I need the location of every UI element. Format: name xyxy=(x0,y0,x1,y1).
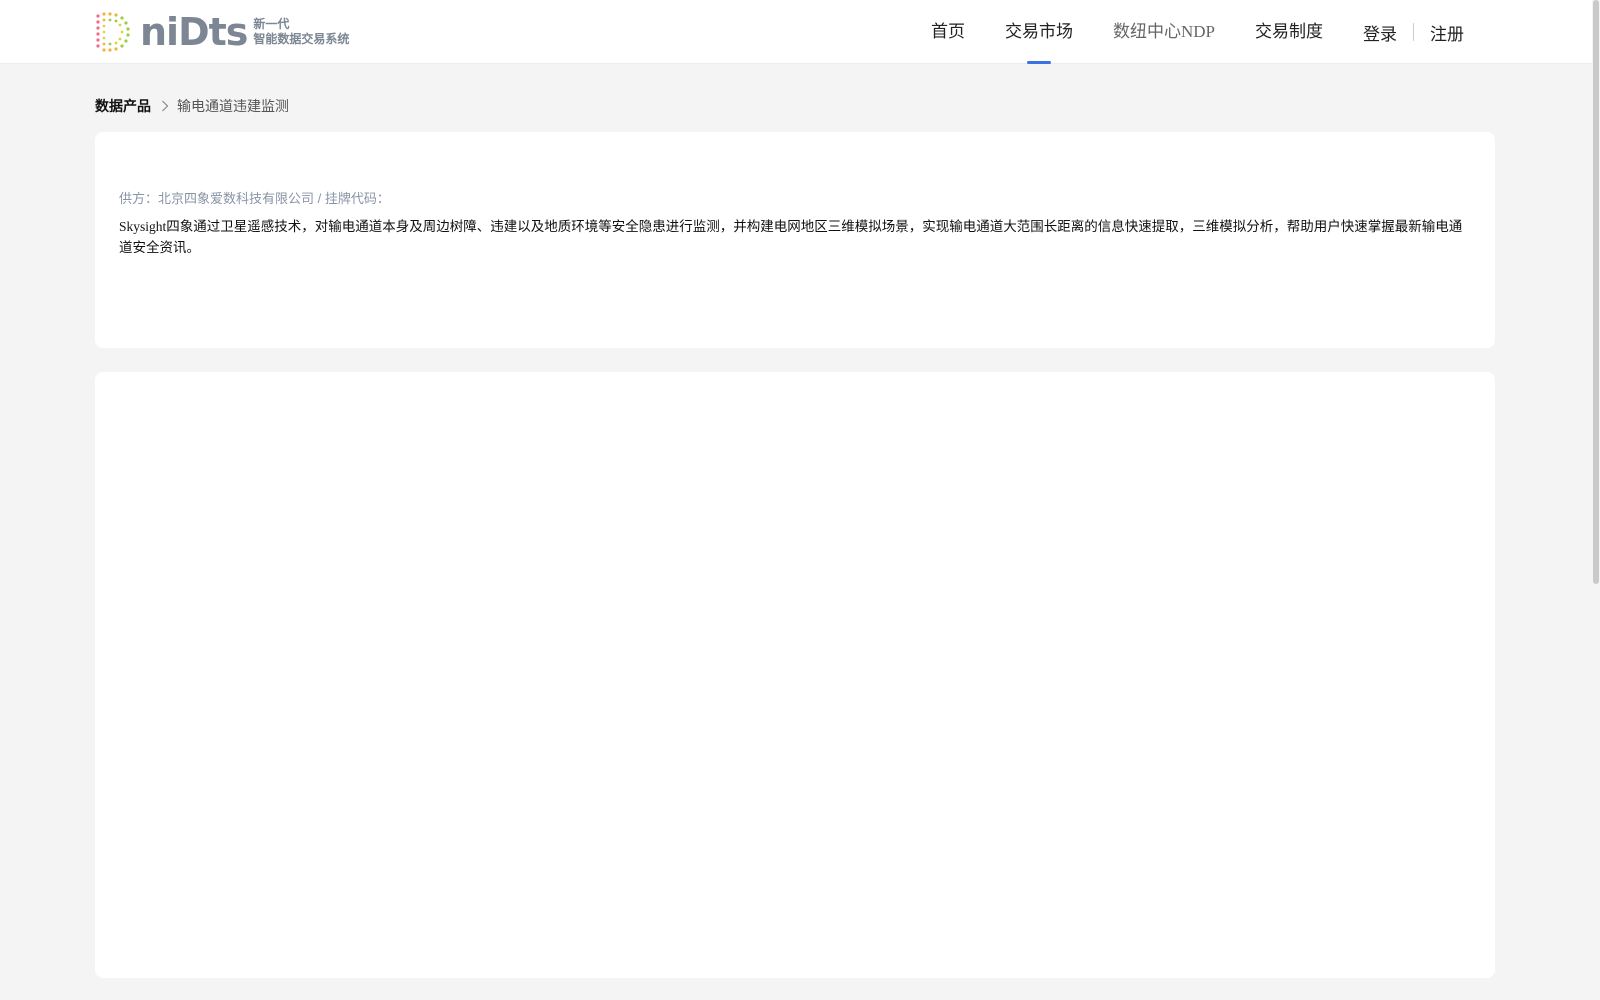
logo-d-icon xyxy=(96,12,130,52)
logo-tagline-top: 新一代 xyxy=(253,17,290,31)
logo-tagline-bottom: 智能数据交易系统 xyxy=(253,32,350,46)
chevron-right-icon xyxy=(162,100,169,112)
nav-market[interactable]: 交易市场 xyxy=(1005,0,1073,64)
product-detail-panel xyxy=(95,372,1495,978)
nav-home[interactable]: 首页 xyxy=(931,0,965,64)
main-nav: 首页 交易市场 数纽中心NDP 交易制度 登录 注册 xyxy=(891,0,1464,64)
supplier-info: 供方：北京四象爱数科技有限公司 / 挂牌代码： xyxy=(119,191,390,206)
nav-ndp[interactable]: 数纽中心NDP xyxy=(1113,0,1215,64)
logo-tagline: 新一代 智能数据交易系统 xyxy=(253,17,349,47)
register-link[interactable]: 注册 xyxy=(1430,20,1464,45)
page-scrollbar[interactable] xyxy=(1592,0,1600,1000)
breadcrumb-root[interactable]: 数据产品 xyxy=(95,96,151,116)
login-link[interactable]: 登录 xyxy=(1363,20,1397,45)
logo-wordmark: niDts xyxy=(140,10,248,54)
auth-links: 登录 注册 xyxy=(1363,0,1464,64)
top-header: niDts 新一代 智能数据交易系统 首页 交易市场 数纽中心NDP 交易制度 … xyxy=(0,0,1600,64)
auth-divider xyxy=(1413,23,1414,41)
nav-rules[interactable]: 交易制度 xyxy=(1255,0,1323,64)
scrollbar-thumb[interactable] xyxy=(1593,0,1599,584)
product-description: Skysight四象通过卫星遥感技术，对输电通道本身及周边树障、违建以及地质环境… xyxy=(119,219,1463,255)
product-info-card: 供方：北京四象爱数科技有限公司 / 挂牌代码： Skysight四象通过卫星遥感… xyxy=(95,132,1495,348)
breadcrumb-current: 输电通道违建监测 xyxy=(177,98,289,114)
site-logo[interactable]: niDts 新一代 智能数据交易系统 xyxy=(94,10,354,54)
breadcrumb: 数据产品 输电通道违建监测 xyxy=(95,96,289,116)
